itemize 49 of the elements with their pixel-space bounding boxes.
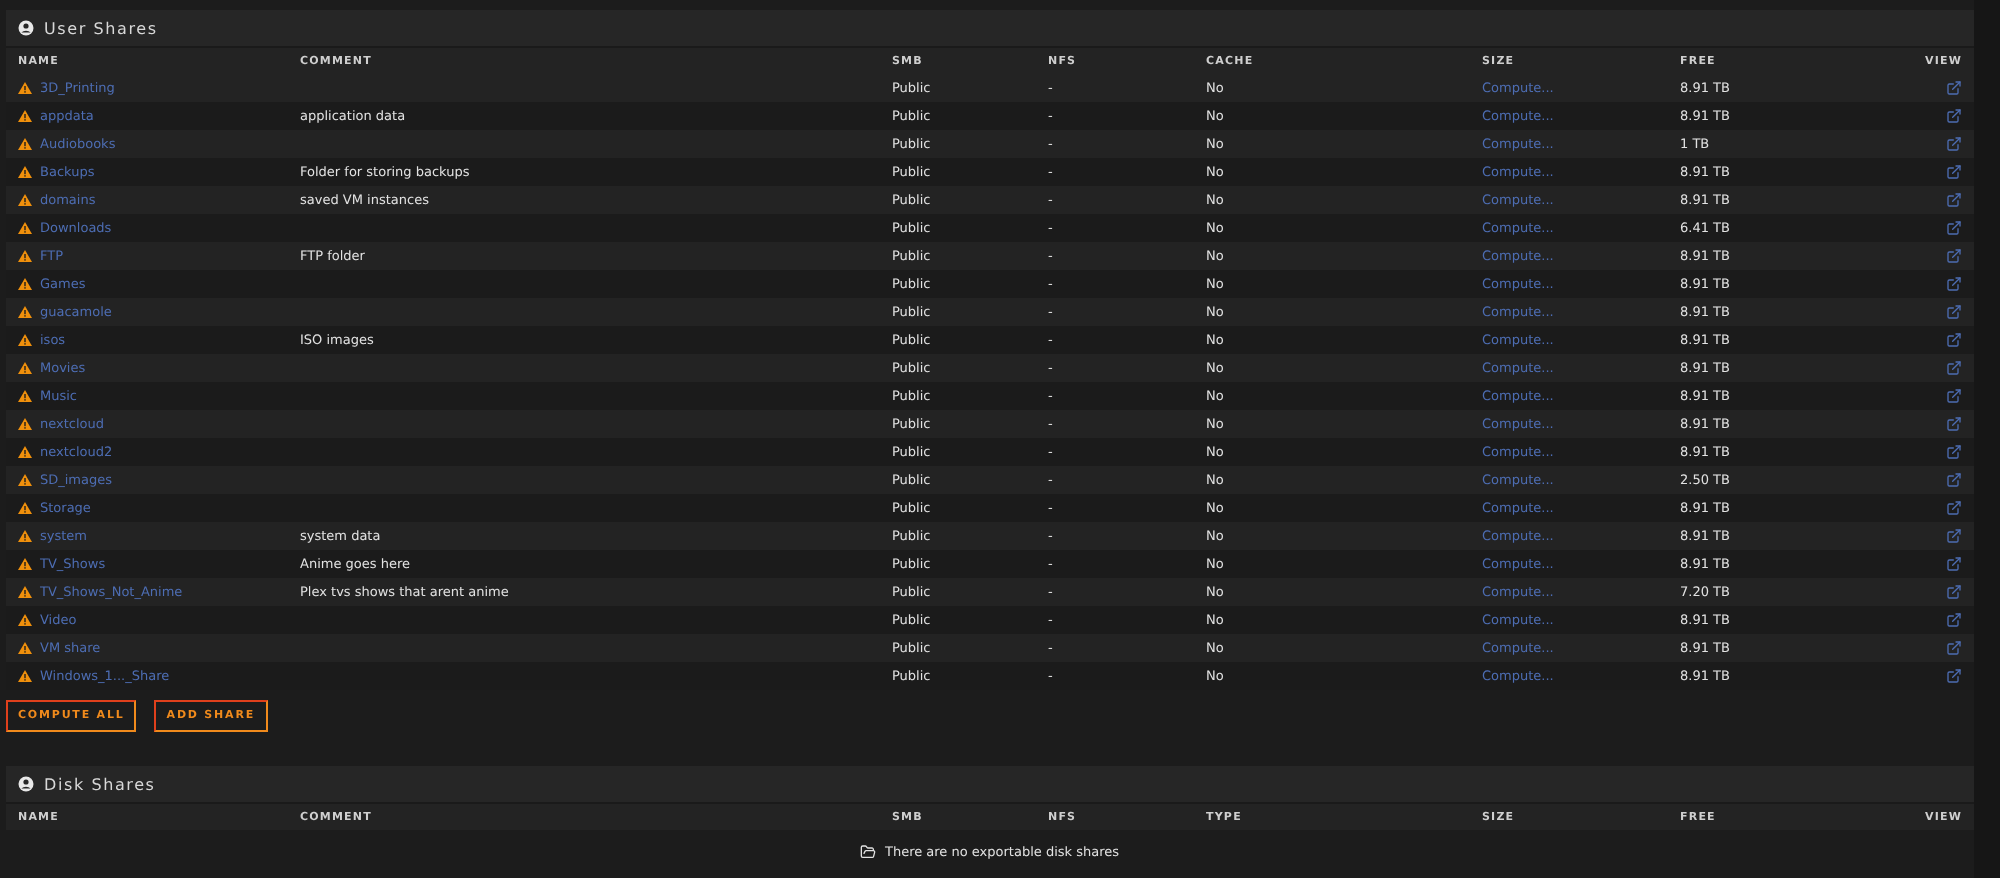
external-link-icon[interactable] — [1946, 500, 1962, 516]
external-link-icon[interactable] — [1946, 584, 1962, 600]
external-link-icon[interactable] — [1946, 556, 1962, 572]
warning-icon — [18, 250, 32, 262]
external-link-icon[interactable] — [1946, 416, 1962, 432]
warning-icon — [18, 138, 32, 150]
warning-icon — [18, 166, 32, 178]
external-link-icon[interactable] — [1946, 668, 1962, 684]
external-link-icon[interactable] — [1946, 136, 1962, 152]
warning-icon — [18, 278, 32, 290]
warning-icon — [18, 474, 32, 486]
warning-icon — [18, 110, 32, 122]
external-link-icon[interactable] — [1946, 108, 1962, 124]
warning-icon — [18, 558, 32, 570]
folder-icon — [860, 844, 877, 860]
warning-icon — [18, 390, 32, 402]
warning-icon — [18, 586, 32, 598]
external-link-icon[interactable] — [1946, 388, 1962, 404]
warning-icon — [18, 306, 32, 318]
warning-icon — [18, 670, 32, 682]
external-link-icon[interactable] — [1946, 640, 1962, 656]
section-title: User Shares — [44, 19, 158, 37]
warning-icon — [18, 334, 32, 346]
warning-icon — [18, 82, 32, 94]
external-link-icon[interactable] — [1946, 332, 1962, 348]
warning-icon — [18, 642, 32, 654]
external-link-icon[interactable] — [1946, 80, 1962, 96]
external-link-icon[interactable] — [1946, 528, 1962, 544]
warning-icon — [18, 418, 32, 430]
warning-icon — [18, 502, 32, 514]
warning-icon — [18, 222, 32, 234]
warning-icon — [18, 194, 32, 206]
external-link-icon[interactable] — [1946, 248, 1962, 264]
external-link-icon[interactable] — [1946, 192, 1962, 208]
user-icon — [18, 776, 34, 792]
external-link-icon[interactable] — [1946, 360, 1962, 376]
warning-icon — [18, 446, 32, 458]
external-link-icon[interactable] — [1946, 472, 1962, 488]
external-link-icon[interactable] — [1946, 276, 1962, 292]
external-link-icon[interactable] — [1946, 304, 1962, 320]
external-link-icon[interactable] — [1946, 164, 1962, 180]
warning-icon — [18, 362, 32, 374]
external-link-icon[interactable] — [1946, 444, 1962, 460]
user-icon — [18, 20, 34, 36]
external-link-icon[interactable] — [1946, 220, 1962, 236]
warning-icon — [18, 614, 32, 626]
external-link-icon[interactable] — [1946, 612, 1962, 628]
section-title: Disk Shares — [44, 775, 156, 793]
warning-icon — [18, 530, 32, 542]
